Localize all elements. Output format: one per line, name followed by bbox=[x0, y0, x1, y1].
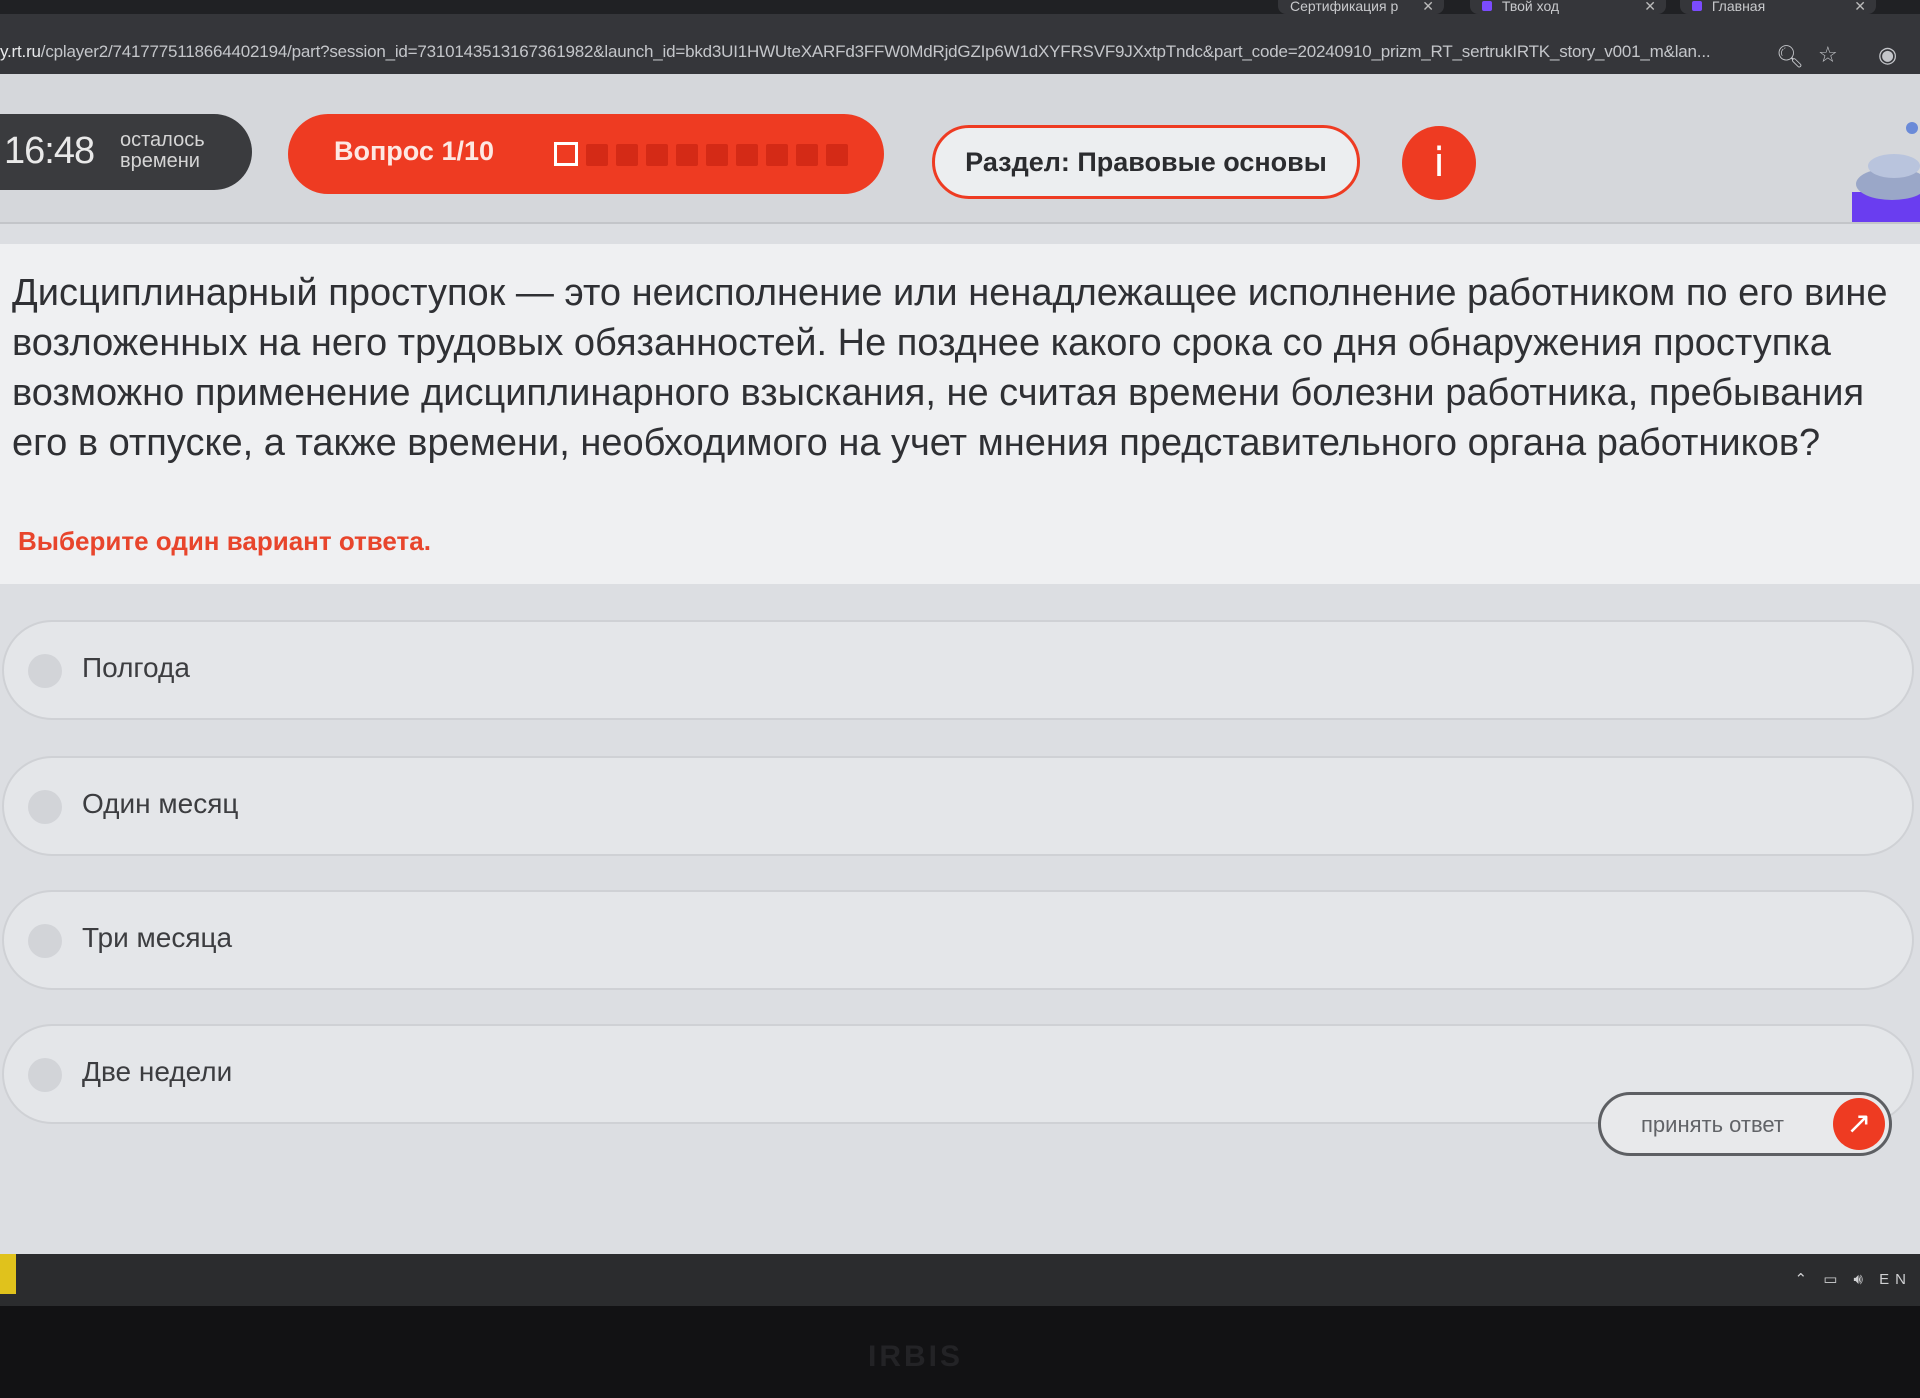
option-label: Две недели bbox=[82, 1056, 233, 1087]
url-text[interactable]: y.rt.ru/cplayer2/741777511866440219​4/pa… bbox=[0, 42, 1760, 62]
tab-label: Сертификация р bbox=[1290, 0, 1399, 14]
browser-tab[interactable]: Твой ход ✕ bbox=[1470, 0, 1666, 14]
address-bar[interactable]: y.rt.ru/cplayer2/741777511866440219​4/pa… bbox=[0, 14, 1920, 74]
radio-button[interactable] bbox=[28, 924, 62, 958]
url-path: /cplayer2/741777511866440219​4/part?sess… bbox=[40, 42, 1711, 61]
tab-close-icon[interactable]: ✕ bbox=[1854, 0, 1866, 13]
browser-tabstrip: Сертификация р ✕ Твой ход ✕ Главная ✕ bbox=[0, 0, 1920, 14]
question-card: Дисциплинарный проступок — это неисполне… bbox=[0, 244, 1920, 584]
quiz-header: 16:48 осталось времени Вопрос 1/10 Разде… bbox=[0, 74, 1920, 224]
tab-label: Главная bbox=[1711, 0, 1766, 14]
progress-segment bbox=[736, 144, 758, 166]
tab-favicon-icon bbox=[1692, 1, 1702, 11]
progress-segment bbox=[676, 144, 698, 166]
question-text: Дисциплинарный проступок — это неисполне… bbox=[12, 272, 1888, 464]
question-progress: Вопрос 1/10 bbox=[288, 114, 884, 194]
url-host: y.rt.ru bbox=[0, 42, 41, 61]
accept-answer-button[interactable]: принять ответ ↗ bbox=[1598, 1092, 1892, 1156]
system-tray-icons[interactable]: ⌃ ▭ 🔊︎ EN bbox=[1794, 1270, 1912, 1288]
star-icon[interactable]: ☆ bbox=[1818, 42, 1838, 68]
radio-button[interactable] bbox=[28, 790, 62, 824]
progress-segment bbox=[646, 144, 668, 166]
monitor-bezel: IRBIS bbox=[0, 1306, 1920, 1398]
os-taskbar: ⌃ ▭ 🔊︎ EN bbox=[0, 1254, 1920, 1306]
progress-segment bbox=[796, 144, 818, 166]
current-question-marker bbox=[554, 142, 578, 166]
timer-label: осталось времени bbox=[120, 129, 205, 172]
arrow-up-right-icon: ↗ bbox=[1833, 1098, 1885, 1150]
answer-hint: Выберите один вариант ответа. bbox=[18, 526, 431, 556]
progress-segment bbox=[766, 144, 788, 166]
quiz-page: 16:48 осталось времени Вопрос 1/10 Разде… bbox=[0, 74, 1920, 1254]
tab-close-icon[interactable]: ✕ bbox=[1422, 0, 1434, 13]
progress-segment bbox=[826, 144, 848, 166]
answer-option[interactable]: Один месяц bbox=[2, 756, 1914, 856]
tab-close-icon[interactable]: ✕ bbox=[1644, 0, 1656, 13]
info-button[interactable]: i bbox=[1402, 126, 1476, 200]
section-badge: Раздел: Правовые основы bbox=[932, 125, 1360, 199]
browser-tab[interactable]: Главная ✕ bbox=[1680, 0, 1876, 14]
tab-favicon-icon bbox=[1482, 1, 1492, 11]
timer-value: 16:48 bbox=[4, 130, 95, 172]
mascot-illustration bbox=[1852, 122, 1920, 222]
question-counter: Вопрос 1/10 bbox=[334, 136, 494, 166]
tab-label: Твой ход bbox=[1501, 0, 1560, 14]
option-label: Полгода bbox=[82, 652, 190, 683]
accept-button-label: принять ответ bbox=[1641, 1112, 1784, 1137]
browser-tab[interactable]: Сертификация р ✕ bbox=[1278, 0, 1444, 14]
option-label: Три месяца bbox=[82, 922, 233, 953]
progress-segment bbox=[616, 144, 638, 166]
answer-option[interactable]: Три месяца bbox=[2, 890, 1914, 990]
monitor-brand-logo: IRBIS bbox=[868, 1340, 964, 1373]
answer-option[interactable]: Полгода bbox=[2, 620, 1914, 720]
progress-segment bbox=[706, 144, 728, 166]
radio-button[interactable] bbox=[28, 654, 62, 688]
profile-icon[interactable]: ◉ bbox=[1878, 42, 1897, 68]
progress-segment bbox=[586, 144, 608, 166]
option-label: Один месяц bbox=[82, 788, 239, 819]
radio-button[interactable] bbox=[28, 1058, 62, 1092]
zoom-icon[interactable]: 🔍︎ bbox=[1776, 44, 1804, 70]
start-icon[interactable] bbox=[0, 1254, 16, 1294]
timer-badge: 16:48 осталось времени bbox=[0, 114, 252, 190]
